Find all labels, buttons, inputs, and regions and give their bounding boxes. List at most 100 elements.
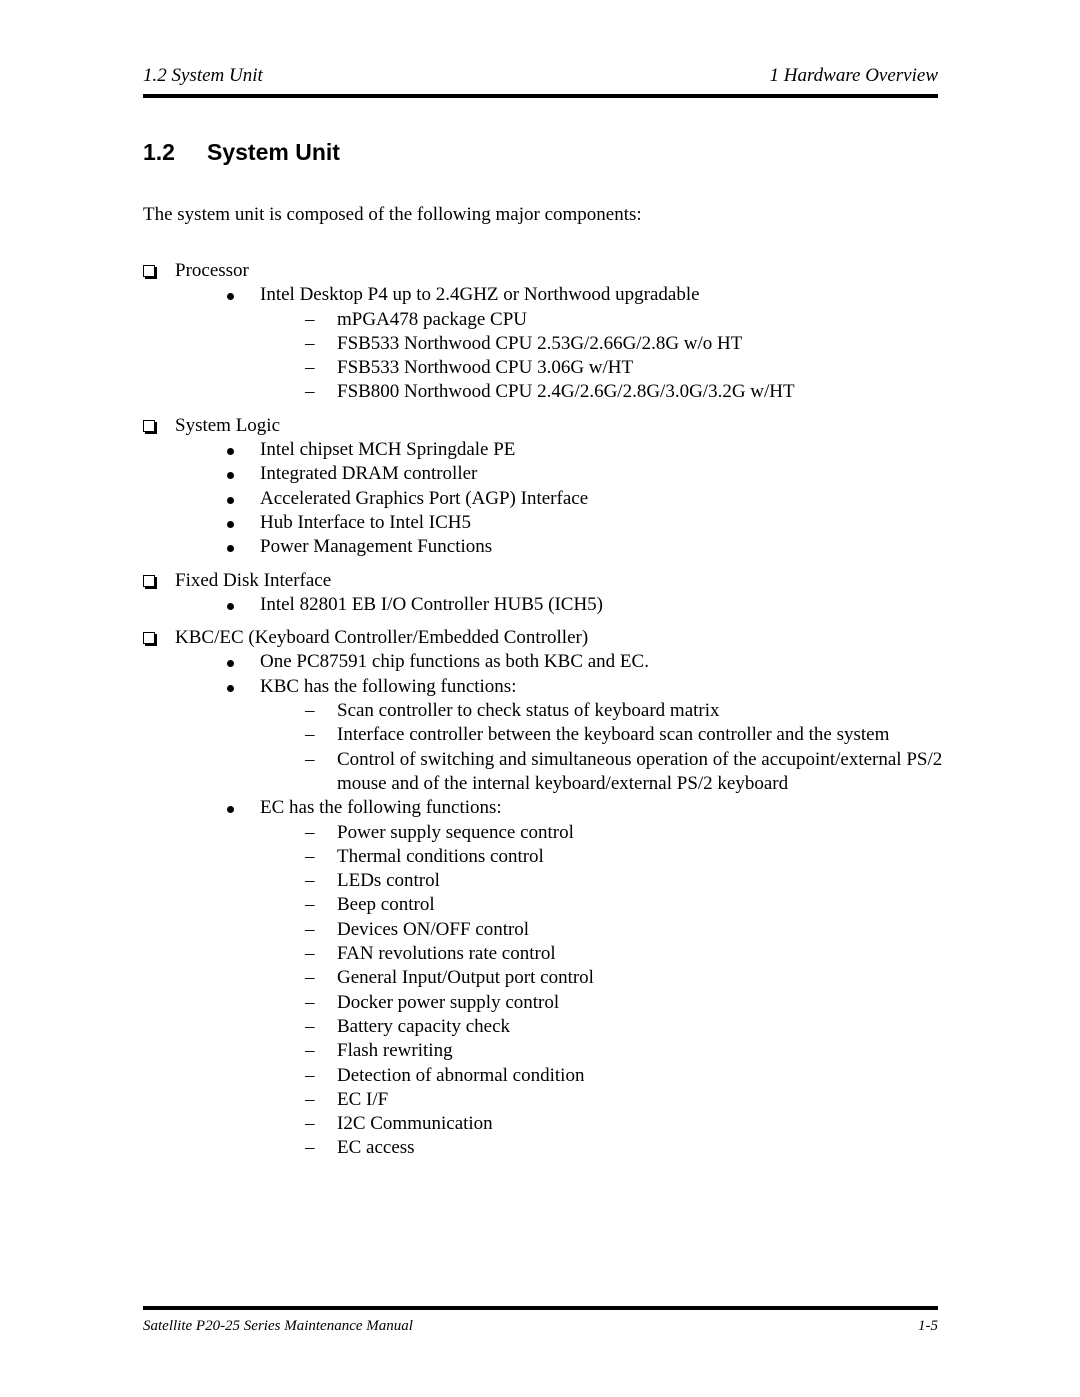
dash-icon: – [305,821,315,843]
page-footer: Satellite P20-25 Series Maintenance Manu… [143,1306,938,1338]
checkbox-icon [143,265,155,277]
dash-icon: – [305,943,315,965]
sub-list-item: – Beep control [143,893,943,917]
sub-list-item: – EC access [143,1136,943,1160]
group-heading: KBC/EC (Keyboard Controller/Embedded Con… [143,626,943,650]
sub-list-item: – mPGA478 package CPU [143,308,943,332]
list-item-text: EC has the following functions: [260,797,502,819]
list-item-text: Intel 82801 EB I/O Controller HUB5 (ICH5… [260,593,604,615]
list-item: KBC has the following functions: [143,675,943,699]
sub-list-item-text: FAN revolutions rate control [337,943,556,965]
section-title: 1.2 System Unit [143,137,340,167]
list-item: Intel chipset MCH Springdale PE [143,438,943,462]
list-item-text: Intel Desktop P4 up to 2.4GHZ or Northwo… [260,284,700,306]
dash-marker: – [305,723,315,747]
dash-icon: – [305,1137,315,1159]
checkbox-icon [143,419,155,432]
sub-list-item-text: Battery capacity check [337,1015,511,1037]
list-item: Power Management Functions [143,535,943,559]
dash-marker: – [305,821,315,845]
sub-list-item-text: EC access [337,1137,415,1159]
group-label: Fixed Disk Interface [175,569,332,591]
checkbox-marker [143,569,155,594]
checkbox-icon [143,632,155,645]
sub-list-item-text: FSB533 Northwood CPU 3.06G w/HT [337,357,634,379]
group-heading: System Logic [143,414,943,438]
sub-list-item-text: Devices ON/OFF control [337,918,530,940]
sub-list-item-text: I2C Communication [337,1113,493,1135]
dash-marker: – [305,845,315,869]
sub-list-item: – FAN revolutions rate control [143,942,943,966]
dash-icon: – [305,1088,315,1110]
dash-icon: – [305,700,315,722]
sub-list-item-text: Control of switching and simultaneous op… [337,748,943,794]
group-label: System Logic [175,414,281,436]
sub-list-item: – FSB533 Northwood CPU 2.53G/2.66G/2.8G w… [143,332,943,356]
bullet-icon [227,496,234,504]
dash-icon: – [305,381,315,403]
checkbox-marker [143,414,155,439]
bullet-marker [227,511,234,535]
dash-icon: – [305,332,315,354]
bullet-icon [227,660,234,668]
group-heading: Processor [143,259,943,283]
page-header: 1.2 System Unit 1 Hardware Overview [143,64,938,98]
section-number: 1.2 [143,139,175,165]
list-item: Hub Interface to Intel ICH5 [143,511,943,535]
sub-list-item: – LEDs control [143,869,943,893]
component-group: Processor Intel Desktop P4 up to 2.4GHZ o… [143,259,943,405]
sub-list-item-text: Power supply sequence control [337,821,574,843]
section-title-text: System Unit [207,139,340,165]
bullet-icon [227,684,234,692]
dash-icon: – [305,870,315,892]
sub-list-item: – Control of switching and simultaneous o… [143,748,943,797]
bullet-icon [227,520,234,528]
bullet-icon [227,602,234,610]
dash-icon: – [305,991,315,1013]
dash-icon: – [305,724,315,746]
group-label: Processor [175,260,249,281]
dash-marker: – [305,1015,315,1039]
list-item-text: Hub Interface to Intel ICH5 [260,511,472,533]
intro-paragraph: The system unit is composed of the follo… [143,204,642,225]
dash-marker: – [305,1039,315,1063]
dash-marker: – [305,1088,315,1112]
sub-list-item-text: Interface controller between the keyboar… [337,724,890,746]
bullet-marker [227,593,234,617]
sub-list-item: – General Input/Output port control [143,966,943,990]
sub-list-item: – FSB800 Northwood CPU 2.4G/2.6G/2.8G/3.0… [143,380,943,404]
list-item: Integrated DRAM controller [143,462,943,486]
checkbox-marker [143,259,155,284]
component-group: Fixed Disk Interface Intel 82801 EB I/O C… [143,569,943,618]
bullet-marker [227,675,234,699]
sub-list-item-text: EC I/F [337,1088,389,1110]
dash-icon: – [305,1040,315,1062]
dash-marker: – [305,942,315,966]
sub-list-item: – Devices ON/OFF control [143,918,943,942]
checkbox-icon [143,574,155,587]
dash-icon: – [305,1015,315,1037]
list-item: Intel Desktop P4 up to 2.4GHZ or Northwo… [143,283,943,307]
dash-marker: – [305,308,315,332]
sub-list-item: – Interface controller between the keyboa… [143,723,943,747]
list-item-text: Accelerated Graphics Port (AGP) Interfac… [260,487,589,509]
group-label: KBC/EC (Keyboard Controller/Embedded Con… [175,627,589,649]
header-section-label: 1.2 System Unit [143,65,263,86]
list-item: Accelerated Graphics Port (AGP) Interfac… [143,487,943,511]
sub-list-item: – Battery capacity check [143,1015,943,1039]
dash-icon: – [305,308,315,330]
bullet-icon [227,448,234,456]
component-group: KBC/EC (Keyboard Controller/Embedded Con… [143,626,943,1161]
sub-list-item-text: FSB533 Northwood CPU 2.53G/2.66G/2.8G w/… [337,332,743,354]
sub-list-item-text: Thermal conditions control [337,845,544,867]
list-item-text: Integrated DRAM controller [260,463,478,485]
dash-icon: – [305,894,315,916]
bullet-marker [227,487,234,511]
dash-marker: – [305,380,315,404]
dash-icon: – [305,967,315,989]
bullet-marker [227,796,234,820]
sub-list-item-text: Flash rewriting [337,1040,453,1062]
dash-marker: – [305,1112,315,1136]
dash-marker: – [305,699,315,723]
dash-marker: – [305,1064,315,1088]
